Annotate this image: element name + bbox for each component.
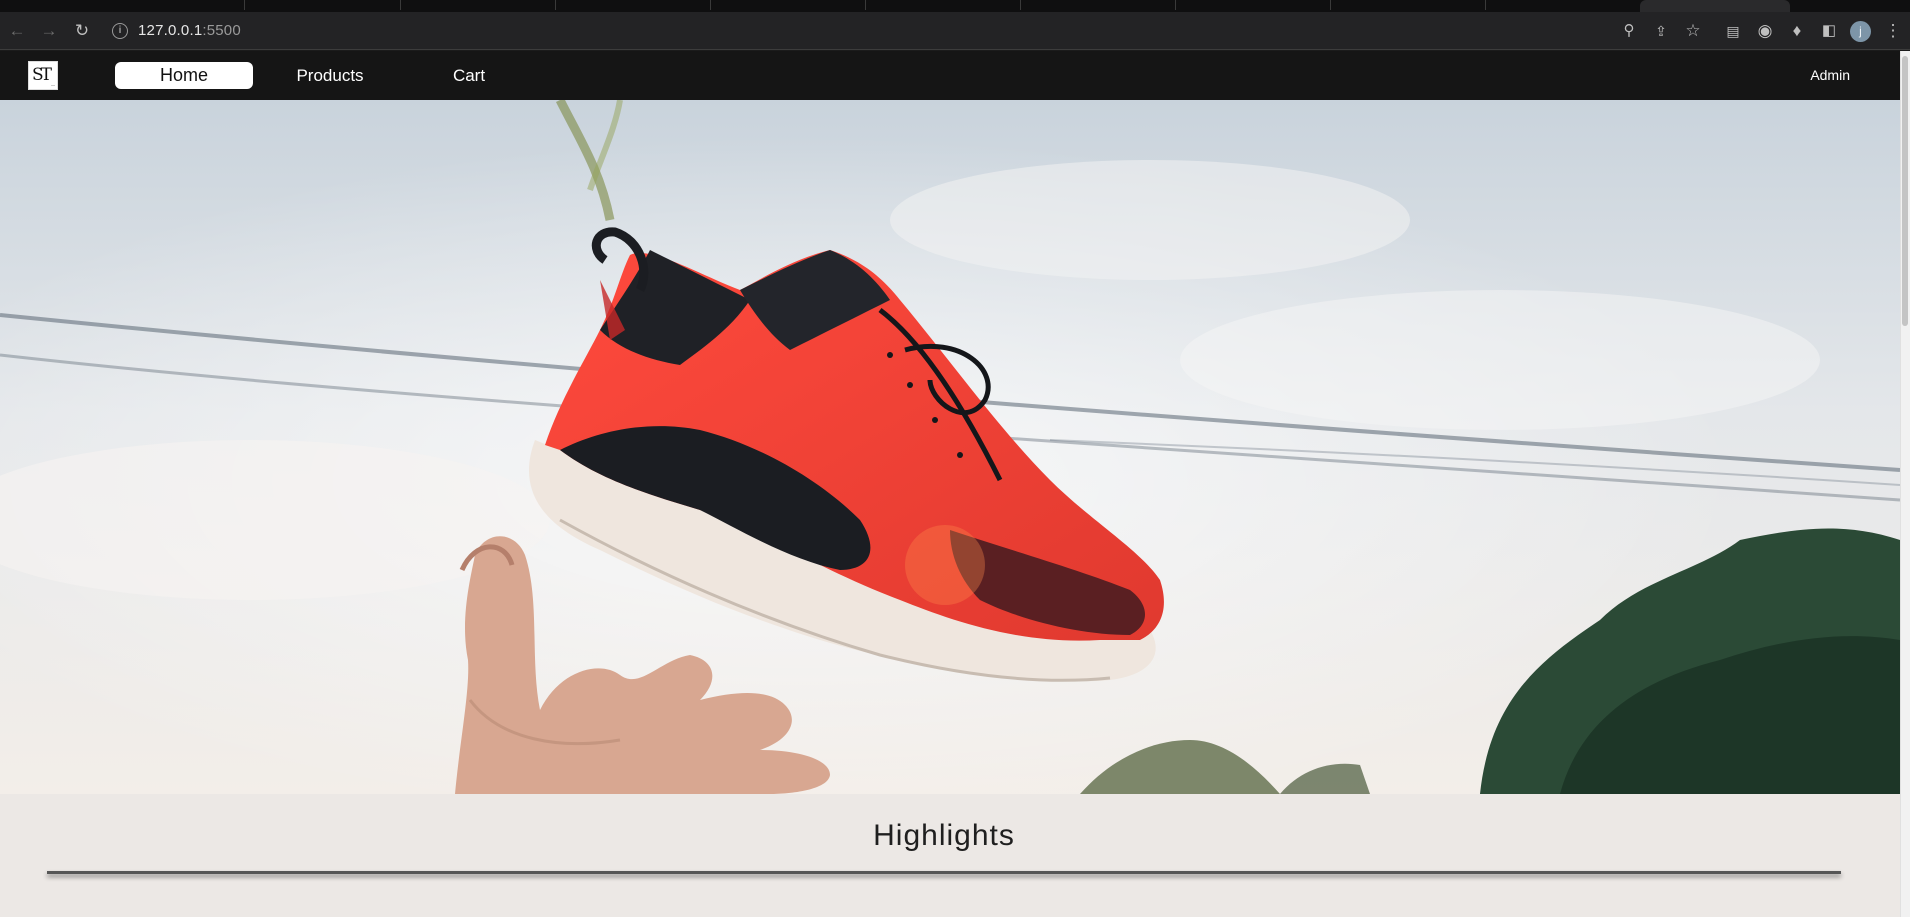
site-navbar: ST — Home Products Cart Admin — [0, 51, 1900, 100]
browser-tab[interactable] — [555, 0, 556, 10]
sidepanel-icon[interactable]: ◧ — [1818, 20, 1840, 42]
menu-dots-icon[interactable]: ⋮ — [1882, 20, 1904, 42]
highlights-section: Highlights — [0, 794, 1900, 917]
extension-icon[interactable]: ▤ — [1722, 20, 1744, 42]
browser-toolbar: ← → ↻ i 127.0.0.1:5500 ⚲ ⇪ ☆ ▤ ◉ ♦ ◧ j ⋮ — [0, 12, 1910, 50]
browser-tab[interactable] — [244, 0, 245, 10]
zoom-icon[interactable]: ⚲ — [1618, 20, 1640, 42]
back-arrow-icon[interactable]: ← — [6, 20, 28, 42]
nav-admin[interactable]: Admin — [1810, 66, 1850, 84]
site-logo[interactable]: ST — — [28, 61, 58, 90]
forward-arrow-icon[interactable]: → — [38, 20, 60, 42]
nav-cart[interactable]: Cart — [432, 62, 506, 89]
profile-avatar[interactable]: j — [1850, 21, 1871, 42]
star-icon[interactable]: ☆ — [1682, 20, 1704, 42]
browser-tab[interactable] — [1175, 0, 1176, 10]
browser-tab[interactable] — [1330, 0, 1331, 10]
site-page: ST — Home Products Cart Admin Highlights — [0, 51, 1900, 917]
browser-tab[interactable] — [1020, 0, 1021, 10]
highlights-title: Highlights — [873, 819, 1015, 852]
hero-banner — [0, 100, 1900, 794]
hero-image — [0, 100, 1900, 794]
browser-tab-strip — [0, 0, 1910, 12]
url-text[interactable]: 127.0.0.1:5500 — [138, 22, 241, 40]
logo-mark: — — [51, 82, 55, 87]
info-icon[interactable]: i — [112, 23, 128, 39]
scrollbar-thumb[interactable] — [1902, 56, 1908, 326]
nav-products[interactable]: Products — [280, 62, 380, 89]
highlights-divider — [47, 871, 1841, 874]
logo-text: ST — [32, 65, 52, 85]
browser-tab[interactable] — [400, 0, 401, 10]
url-port: :5500 — [202, 22, 241, 39]
nav-home[interactable]: Home — [115, 62, 253, 89]
reload-icon[interactable]: ↻ — [71, 20, 93, 42]
browser-tab[interactable] — [865, 0, 866, 10]
share-icon[interactable]: ⇪ — [1650, 20, 1672, 42]
grammarly-icon[interactable]: ◉ — [1754, 20, 1776, 42]
browser-tab[interactable] — [1485, 0, 1486, 10]
puzzle-icon[interactable]: ♦ — [1786, 20, 1808, 42]
url-host: 127.0.0.1 — [138, 22, 203, 39]
browser-tab[interactable] — [710, 0, 711, 10]
browser-tab-active[interactable] — [1640, 0, 1790, 12]
